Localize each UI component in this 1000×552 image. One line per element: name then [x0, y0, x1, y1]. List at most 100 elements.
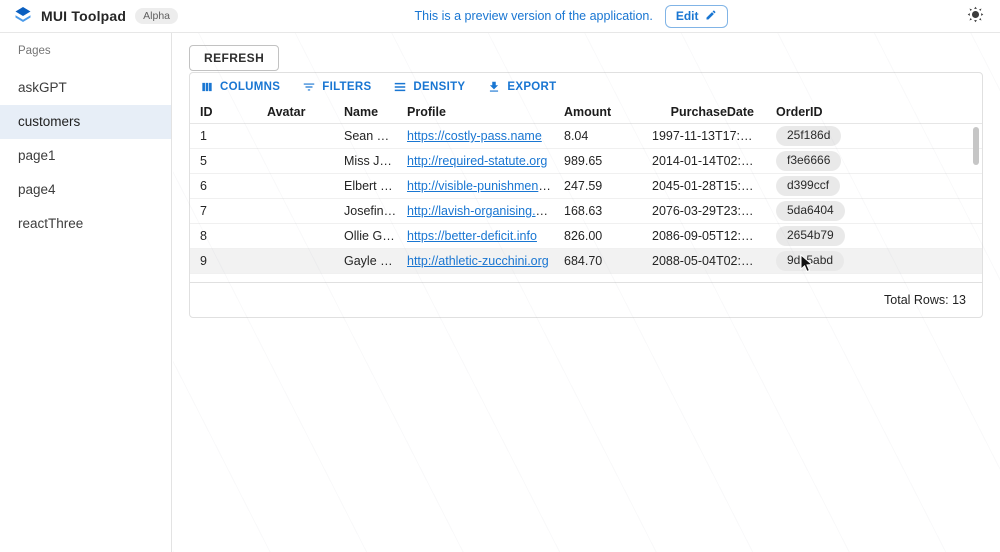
sidebar-item-page1[interactable]: page1 — [0, 139, 171, 173]
columns-button-label: COLUMNS — [220, 81, 280, 93]
column-header-purchasedate[interactable]: PurchaseDate — [652, 105, 764, 119]
export-button-label: EXPORT — [507, 81, 556, 93]
density-icon — [393, 80, 407, 94]
cell-id: 5 — [200, 154, 267, 168]
density-button-label: DENSITY — [413, 81, 465, 93]
cell-id: 1 — [200, 129, 267, 143]
cell-purchasedate: 2086-09-05T12:37:27.015Z — [652, 229, 764, 243]
filters-button-label: FILTERS — [322, 81, 371, 93]
sidebar-item-reactthree[interactable]: reactThree — [0, 207, 171, 241]
theme-toggle-button[interactable] — [964, 5, 986, 27]
order-id-chip[interactable]: 2654b79 — [776, 226, 845, 246]
order-id-chip[interactable]: 5da6404 — [776, 201, 845, 221]
sidebar-item-customers[interactable]: customers — [0, 105, 171, 139]
cell-purchasedate: 1997-11-13T17:24:11.769Z — [652, 129, 764, 143]
column-header-avatar[interactable]: Avatar — [267, 105, 344, 119]
cell-profile: https://better-deficit.info — [407, 229, 564, 243]
cell-amount: 684.70 — [564, 254, 652, 268]
cell-id: 7 — [200, 204, 267, 218]
cell-name: Elbert McL... — [344, 179, 407, 193]
column-header-profile[interactable]: Profile — [407, 105, 564, 119]
cell-name: Ollie Green... — [344, 229, 407, 243]
profile-link[interactable]: http://athletic-zucchini.org — [407, 254, 549, 268]
density-button[interactable]: DENSITY — [393, 80, 465, 94]
grid-header-row: ID Avatar Name Profile Amount PurchaseDa… — [190, 100, 982, 124]
profile-link[interactable]: http://visible-punishment.net — [407, 179, 563, 193]
cell-amount: 8.04 — [564, 129, 652, 143]
grid-empty-space — [190, 274, 982, 282]
preview-banner: This is a preview version of the applica… — [415, 5, 728, 28]
cell-amount: 168.63 — [564, 204, 652, 218]
table-row[interactable]: 1 Sean Harris https://costly-pass.name 8… — [190, 124, 982, 149]
table-row[interactable]: 5 Miss Juan ... http://required-statute.… — [190, 149, 982, 174]
cell-name: Sean Harris — [344, 129, 407, 143]
cell-profile: http://visible-punishment.net — [407, 179, 564, 193]
grid-footer: Total Rows: 13 — [190, 282, 982, 317]
column-header-name[interactable]: Name — [344, 105, 407, 119]
export-button[interactable]: EXPORT — [487, 80, 556, 94]
table-row[interactable]: 9 Gayle Den... http://athletic-zucchini.… — [190, 249, 982, 274]
refresh-button[interactable]: REFRESH — [189, 45, 279, 71]
download-icon — [487, 80, 501, 94]
cell-profile: http://lavish-organising.name — [407, 204, 564, 218]
table-row[interactable]: 8 Ollie Green... https://better-deficit.… — [190, 224, 982, 249]
sidebar-item-askgpt[interactable]: askGPT — [0, 71, 171, 105]
cell-orderid: 9dc5abd — [764, 251, 982, 271]
app-title: MUI Toolpad — [41, 8, 126, 24]
vertical-scrollbar[interactable] — [973, 127, 979, 165]
profile-link[interactable]: http://required-statute.org — [407, 154, 547, 168]
columns-icon — [200, 80, 214, 94]
filters-button[interactable]: FILTERS — [302, 80, 371, 94]
cell-id: 9 — [200, 254, 267, 268]
preview-message: This is a preview version of the applica… — [415, 9, 653, 23]
columns-button[interactable]: COLUMNS — [200, 80, 280, 94]
cell-profile: http://athletic-zucchini.org — [407, 254, 564, 268]
sidebar-item-page4[interactable]: page4 — [0, 173, 171, 207]
cell-name: Josefina P... — [344, 204, 407, 218]
profile-link[interactable]: https://costly-pass.name — [407, 129, 542, 143]
order-id-chip[interactable]: d399ccf — [776, 176, 840, 196]
table-row[interactable]: 6 Elbert McL... http://visible-punishmen… — [190, 174, 982, 199]
filter-icon — [302, 80, 316, 94]
cell-purchasedate: 2076-03-29T23:51:07.968Z — [652, 204, 764, 218]
cell-purchasedate: 2045-01-28T15:40:06.325Z — [652, 179, 764, 193]
cell-amount: 989.65 — [564, 154, 652, 168]
cell-profile: https://costly-pass.name — [407, 129, 564, 143]
profile-link[interactable]: http://lavish-organising.name — [407, 204, 564, 218]
brand: MUI Toolpad Alpha — [14, 7, 178, 25]
main-content: REFRESH COLUMNS FILTERS — [173, 33, 1000, 552]
cell-id: 6 — [200, 179, 267, 193]
cell-name: Gayle Den... — [344, 254, 407, 268]
table-row[interactable]: 7 Josefina P... http://lavish-organising… — [190, 199, 982, 224]
cell-orderid: 5da6404 — [764, 201, 982, 221]
version-badge: Alpha — [135, 8, 178, 25]
order-id-chip[interactable]: 25f186d — [776, 126, 841, 146]
grid-toolbar: COLUMNS FILTERS DENSITY — [190, 73, 982, 100]
profile-link[interactable]: https://better-deficit.info — [407, 229, 537, 243]
order-id-chip[interactable]: f3e6666 — [776, 151, 841, 171]
cell-amount: 826.00 — [564, 229, 652, 243]
app-window: MUI Toolpad Alpha This is a preview vers… — [0, 0, 1000, 552]
edit-button[interactable]: Edit — [665, 5, 728, 28]
sidebar-section-label: Pages — [0, 33, 171, 71]
edit-button-label: Edit — [676, 9, 699, 23]
cell-profile: http://required-statute.org — [407, 154, 564, 168]
total-rows-label: Total Rows: 13 — [884, 293, 966, 307]
order-id-chip[interactable]: 9dc5abd — [776, 251, 844, 271]
top-header-bar: MUI Toolpad Alpha This is a preview vers… — [0, 0, 1000, 33]
column-header-id[interactable]: ID — [200, 105, 267, 119]
cell-orderid: 2654b79 — [764, 226, 982, 246]
column-header-amount[interactable]: Amount — [564, 105, 652, 119]
cell-id: 8 — [200, 229, 267, 243]
column-header-orderid[interactable]: OrderID — [764, 105, 982, 119]
cell-orderid: d399ccf — [764, 176, 982, 196]
mui-toolpad-logo-icon — [14, 7, 32, 25]
sun-icon — [967, 6, 984, 26]
cell-purchasedate: 2088-05-04T02:31:03.294Z — [652, 254, 764, 268]
sidebar: Pages askGPT customers page1 page4 react… — [0, 33, 172, 552]
cell-amount: 247.59 — [564, 179, 652, 193]
cell-purchasedate: 2014-01-14T02:37:28.536Z — [652, 154, 764, 168]
cell-name: Miss Juan ... — [344, 154, 407, 168]
pencil-icon — [705, 9, 717, 24]
cell-orderid: f3e6666 — [764, 151, 982, 171]
